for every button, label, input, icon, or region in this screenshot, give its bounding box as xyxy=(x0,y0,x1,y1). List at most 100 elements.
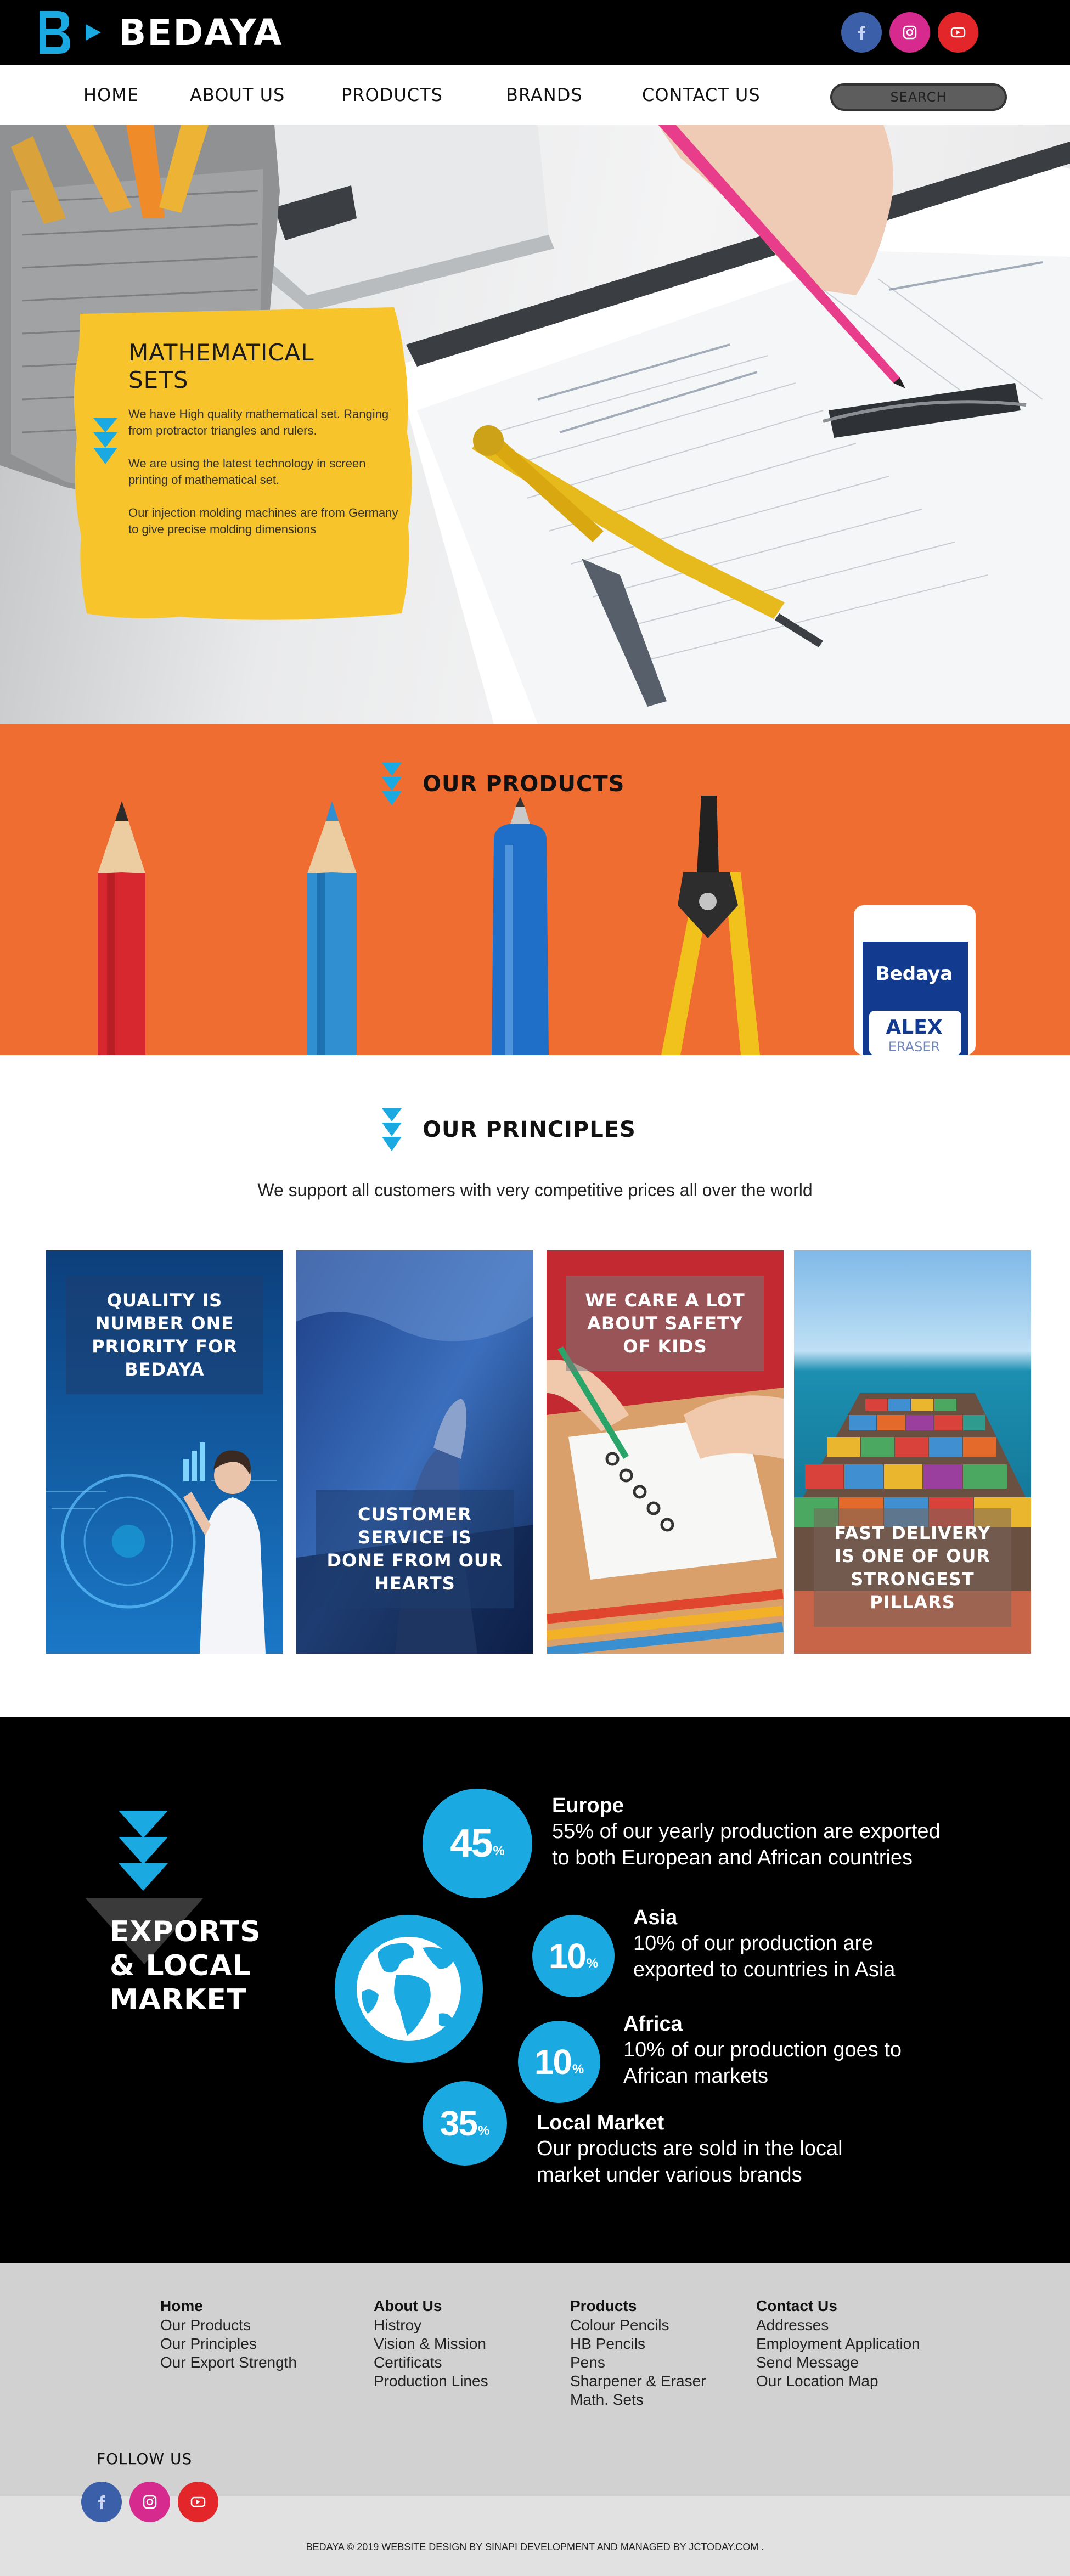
search-button[interactable]: SEARCH xyxy=(830,83,1007,111)
footer-link[interactable]: Our Products xyxy=(160,2316,297,2335)
triple-chevron-icon xyxy=(93,418,117,464)
principle-card-quality[interactable]: QUALITY IS NUMBER ONE PRIORITY FOR BEDAY… xyxy=(46,1250,283,1654)
eraser-name-label: ALEX xyxy=(886,1016,942,1039)
logo[interactable]: BEDAYA xyxy=(36,8,283,57)
footer-column-about: About Us Histroy Vision & Mission Certif… xyxy=(374,2296,488,2391)
page: BEDAYA HOME ABOUT US PRODUCTS BRANDS CON… xyxy=(0,0,1070,2576)
region-desc-line1: 55% of our yearly production are exporte… xyxy=(552,1820,941,1843)
percent-symbol: % xyxy=(477,2123,490,2138)
footer-link[interactable]: HB Pencils xyxy=(570,2335,706,2353)
region-asia: Asia 10% of our production are exported … xyxy=(633,1905,895,1983)
footer-column-heading[interactable]: Products xyxy=(570,2296,706,2316)
africa-percent-badge: 10% xyxy=(518,2021,600,2103)
products-heading: OUR PRODUCTS xyxy=(381,760,624,808)
footer-link[interactable]: Our Location Map xyxy=(756,2372,920,2391)
principle-card-delivery[interactable]: FAST DELIVERY IS ONE OF OUR STRONGEST PI… xyxy=(794,1250,1031,1654)
facebook-icon[interactable] xyxy=(841,12,882,53)
region-desc-line1: 10% of our production are xyxy=(633,1932,874,1955)
region-desc-line2: exported to countries in Asia xyxy=(633,1958,896,1981)
compass[interactable] xyxy=(661,796,760,1055)
top-bar: BEDAYA xyxy=(0,0,1070,65)
red-pencil[interactable] xyxy=(98,801,145,1055)
principles-subtitle: We support all customers with very compe… xyxy=(257,1180,813,1200)
blue-pen[interactable] xyxy=(492,797,549,1055)
footer-column-heading[interactable]: Contact Us xyxy=(756,2296,920,2316)
region-desc-line2: to both European and African countries xyxy=(552,1846,913,1869)
footer-link[interactable]: Our Export Strength xyxy=(160,2353,297,2372)
hero-paragraph-2: We are using the latest technology in sc… xyxy=(128,456,366,487)
nav-home[interactable]: HOME xyxy=(83,84,139,105)
region-desc-line2: market under various brands xyxy=(537,2163,802,2186)
principles-section: OUR PRINCIPLES We support all customers … xyxy=(0,1055,1070,1717)
principle-card-label: CUSTOMER SERVICE IS DONE FROM OUR HEARTS xyxy=(316,1490,514,1608)
europe-percent-badge: 45% xyxy=(423,1789,532,1898)
principles-title: OUR PRINCIPLES xyxy=(423,1117,636,1142)
footer: Home Our Products Our Principles Our Exp… xyxy=(0,2263,1070,2496)
principle-card-safety[interactable]: WE CARE A LOT ABOUT SAFETY OF KIDS xyxy=(547,1250,784,1654)
eraser-sub-label: ERASER xyxy=(888,1039,940,1055)
percent-symbol: % xyxy=(572,2062,584,2077)
percent-symbol: % xyxy=(493,1844,505,1858)
percent-symbol: % xyxy=(586,1956,599,1971)
hero-paragraph-3: Our injection molding machines are from … xyxy=(128,506,398,536)
footer-link[interactable]: Our Principles xyxy=(160,2335,297,2353)
region-name: Asia xyxy=(633,1906,678,1929)
nav-products[interactable]: PRODUCTS xyxy=(341,84,443,105)
brand-name: BEDAYA xyxy=(119,11,283,54)
nav-contact-us[interactable]: CONTACT US xyxy=(642,84,761,105)
footer-link[interactable]: Certificats xyxy=(374,2353,488,2372)
footer-column-home: Home Our Products Our Principles Our Exp… xyxy=(160,2296,297,2372)
follow-us-label: FOLLOW US xyxy=(97,2450,193,2468)
instagram-icon[interactable] xyxy=(889,12,930,53)
region-name: Africa xyxy=(623,2013,683,2036)
eraser[interactable]: Bedaya ALEX ERASER xyxy=(854,905,976,1055)
footer-column-heading[interactable]: About Us xyxy=(374,2296,488,2316)
footer-link[interactable]: Sharpener & Eraser xyxy=(570,2372,706,2391)
principle-card-label: FAST DELIVERY IS ONE OF OUR STRONGEST PI… xyxy=(814,1508,1011,1627)
triple-chevron-icon xyxy=(382,763,402,805)
youtube-icon[interactable] xyxy=(938,12,978,53)
percent-value: 35 xyxy=(440,2104,478,2143)
region-desc-line2: African markets xyxy=(623,2065,768,2088)
principle-card-label: WE CARE A LOT ABOUT SAFETY OF KIDS xyxy=(566,1276,764,1371)
hero-banner: MATHEMATICAL SETS We have High quality m… xyxy=(0,125,1070,724)
triple-chevron-icon xyxy=(382,1108,402,1151)
footer-column-products: Products Colour Pencils HB Pencils Pens … xyxy=(570,2296,706,2409)
footer-link[interactable]: Production Lines xyxy=(374,2372,488,2391)
region-desc-line1: Our products are sold in the local xyxy=(537,2137,843,2160)
exports-title-line1: EXPORTS xyxy=(110,1915,261,1948)
footer-link[interactable]: Pens xyxy=(570,2353,706,2372)
facebook-icon[interactable] xyxy=(81,2482,122,2522)
percent-value: 10 xyxy=(534,2042,572,2082)
footer-social-links xyxy=(81,2482,218,2522)
footer-column-heading[interactable]: Home xyxy=(160,2296,297,2316)
footer-link[interactable]: Math. Sets xyxy=(570,2391,706,2409)
footer-column-contact: Contact Us Addresses Employment Applicat… xyxy=(756,2296,920,2391)
instagram-icon[interactable] xyxy=(129,2482,170,2522)
region-local-market: Local Market Our products are sold in th… xyxy=(537,2110,843,2188)
logo-b-icon xyxy=(40,11,70,54)
youtube-icon[interactable] xyxy=(178,2482,218,2522)
nav-about-us[interactable]: ABOUT US xyxy=(190,84,285,105)
hero-title-line2: SETS xyxy=(128,367,189,393)
footer-link[interactable]: Addresses xyxy=(756,2316,920,2335)
nav-brands[interactable]: BRANDS xyxy=(506,84,583,105)
footer-link[interactable]: Send Message xyxy=(756,2353,920,2372)
footer-link[interactable]: Histroy xyxy=(374,2316,488,2335)
principle-card-customer-service[interactable]: CUSTOMER SERVICE IS DONE FROM OUR HEARTS xyxy=(296,1250,533,1654)
footer-link[interactable]: Employment Application xyxy=(756,2335,920,2353)
exports-title-line3: MARKET xyxy=(110,1983,247,2016)
footer-link[interactable]: Colour Pencils xyxy=(570,2316,706,2335)
copyright-text: BEDAYA © 2019 WEBSITE DESIGN BY SINAPI D… xyxy=(306,2541,764,2552)
asia-percent-badge: 10% xyxy=(532,1915,615,1997)
exports-title-line2: & LOCAL xyxy=(110,1949,251,1982)
region-africa: Africa 10% of our production goes to Afr… xyxy=(623,2011,902,2089)
local-market-percent-badge: 35% xyxy=(423,2081,507,2166)
region-desc-line1: 10% of our production goes to xyxy=(623,2038,902,2061)
logo-play-icon xyxy=(86,24,101,41)
footer-link[interactable]: Vision & Mission xyxy=(374,2335,488,2353)
blue-pencil[interactable] xyxy=(307,801,357,1055)
percent-value: 10 xyxy=(548,1936,587,1976)
region-name: Local Market xyxy=(537,2111,664,2134)
products-section: Bedaya ALEX ERASER OUR PRODUCTS xyxy=(0,724,1070,1055)
